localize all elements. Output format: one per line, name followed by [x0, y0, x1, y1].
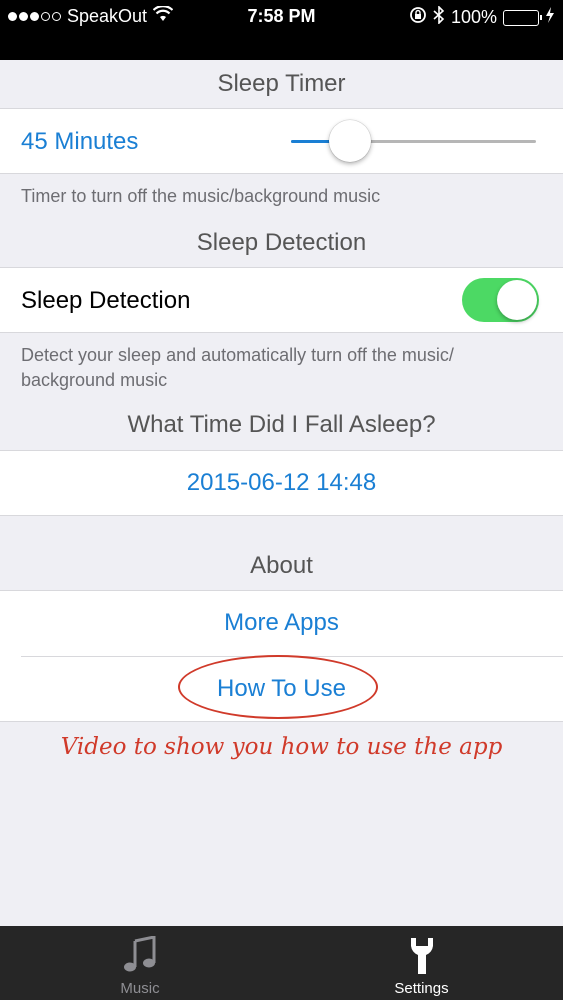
music-note-icon: [123, 935, 157, 979]
charging-icon: [545, 7, 555, 28]
bluetooth-icon: [433, 5, 445, 29]
tab-music[interactable]: Music: [0, 926, 280, 1000]
status-right: 100%: [409, 5, 555, 29]
fall-asleep-header: What Time Did I Fall Asleep?: [127, 411, 436, 438]
highlight-circle: [178, 655, 378, 719]
sleep-detection-label: Sleep Detection: [21, 287, 191, 314]
tab-music-label: Music: [120, 980, 160, 997]
battery-icon: [503, 9, 542, 26]
sleep-detection-header: Sleep Detection: [196, 229, 367, 256]
sleep-timer-slider[interactable]: [291, 140, 536, 143]
slider-thumb[interactable]: [328, 120, 371, 162]
toggle-knob: [497, 280, 537, 320]
orientation-lock-icon: [409, 6, 427, 29]
tab-bar: Music Settings: [0, 926, 563, 1000]
battery-percent: 100%: [450, 7, 497, 27]
annotation-text: Video to show you how to use the app: [60, 734, 503, 760]
sleep-timer-row: 45 Minutes: [0, 108, 563, 174]
sleep-detection-footnote: Detect your sleep and automatically turn…: [21, 345, 454, 390]
status-bar: SpeakOut 7:58 PM 100%: [0, 0, 563, 60]
sleep-timer-value: 45 Minutes: [21, 128, 139, 155]
wrench-icon: [407, 936, 437, 981]
about-header: About: [250, 552, 313, 579]
sleep-timer-header: Sleep Timer: [217, 70, 346, 97]
tab-settings[interactable]: Settings: [280, 926, 563, 1000]
sleep-detection-row: Sleep Detection: [0, 267, 563, 333]
fall-asleep-time[interactable]: 2015-06-12 14:48: [0, 469, 563, 497]
more-apps-row[interactable]: More Apps: [0, 591, 563, 656]
more-apps-link[interactable]: More Apps: [0, 609, 563, 637]
sleep-detection-toggle[interactable]: [462, 278, 539, 322]
fall-asleep-row[interactable]: 2015-06-12 14:48: [0, 450, 563, 516]
tab-settings-label: Settings: [394, 980, 449, 997]
sleep-timer-footnote: Timer to turn off the music/background m…: [21, 186, 381, 206]
